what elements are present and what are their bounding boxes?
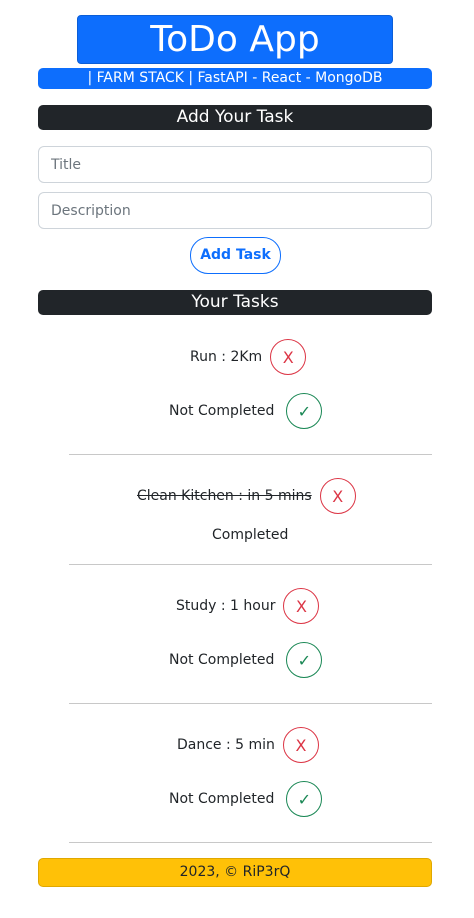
task-divider (69, 564, 432, 565)
task-status: Completed (212, 527, 289, 543)
task-status: Not Completed (169, 791, 275, 807)
description-input[interactable] (38, 192, 432, 229)
task-status: Not Completed (169, 652, 275, 668)
title-input[interactable] (38, 146, 432, 183)
task-divider (69, 703, 432, 704)
complete-task-button[interactable]: ✓ (286, 781, 323, 817)
delete-task-button[interactable]: X (282, 727, 319, 763)
task-title: Study : 1 hour (176, 598, 276, 614)
task-title: Run : 2Km (190, 349, 263, 365)
footer: 2023, © RiP3rQ (38, 858, 432, 887)
complete-task-button[interactable]: ✓ (286, 393, 323, 429)
add-task-button[interactable]: Add Task (190, 237, 281, 274)
app-title: ToDo App (77, 15, 393, 64)
app-subtitle: | FARM STACK | FastAPI - React - MongoDB (38, 68, 432, 89)
add-task-heading: Add Your Task (38, 105, 432, 130)
delete-task-button[interactable]: X (283, 588, 320, 624)
delete-task-button[interactable]: X (319, 478, 356, 514)
task-status: Not Completed (169, 403, 275, 419)
complete-task-button[interactable]: ✓ (286, 642, 323, 678)
task-divider (69, 842, 432, 843)
your-tasks-heading: Your Tasks (38, 290, 432, 315)
task-title: Dance : 5 min (177, 737, 275, 753)
task-divider (69, 454, 432, 455)
delete-task-button[interactable]: X (270, 339, 307, 375)
task-title: Clean Kitchen : in 5 mins (137, 488, 312, 504)
